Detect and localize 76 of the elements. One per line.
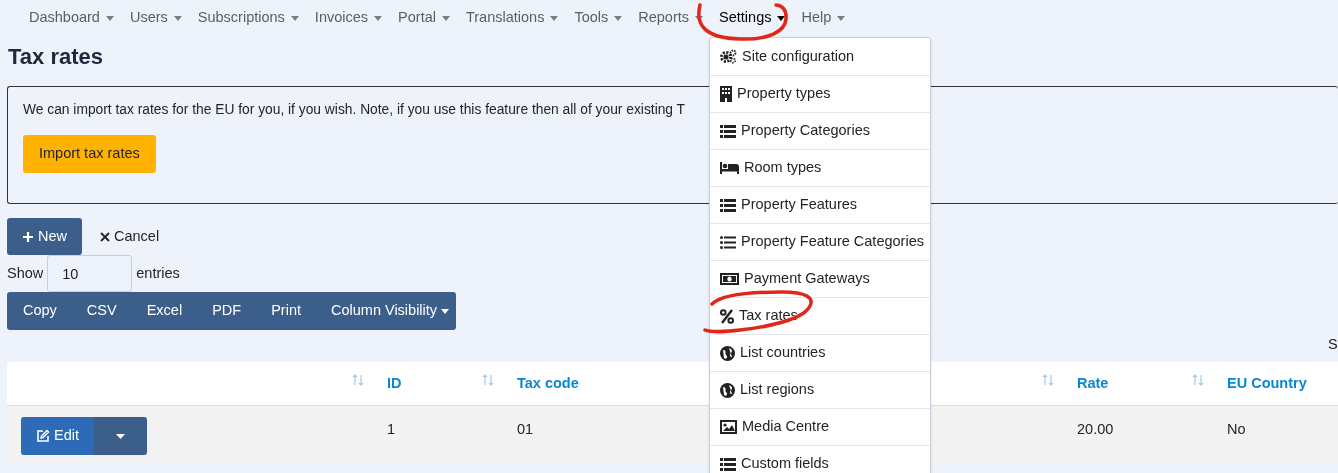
caret-icon — [550, 15, 559, 21]
dropdown-menu-item[interactable]: Property types — [710, 75, 930, 112]
export-button[interactable]: Excel — [131, 292, 198, 330]
caret-icon — [290, 15, 299, 21]
page-title: Tax rates — [8, 43, 103, 71]
sort-icon[interactable] — [482, 374, 495, 386]
globe-icon — [720, 345, 735, 361]
column-header[interactable]: Tax code — [517, 372, 579, 395]
list-icon — [720, 124, 736, 138]
dropdown-menu-item[interactable]: Property Features — [710, 186, 930, 223]
sort-icon[interactable] — [1042, 374, 1055, 386]
nav-menu-item[interactable]: Portal — [398, 7, 450, 29]
dropdown-menu-item[interactable]: List countries — [710, 334, 930, 371]
banknote-icon — [720, 273, 739, 285]
list-icon — [720, 457, 736, 471]
list-icon — [720, 235, 736, 249]
nav-menu-item[interactable]: Tools — [574, 7, 623, 29]
percent-icon — [720, 308, 734, 324]
nav-menu-item[interactable]: Users — [129, 7, 182, 29]
nav-menu-item[interactable]: Subscriptions — [197, 7, 299, 29]
dropdown-menu-item[interactable]: Property Feature Categories — [710, 223, 930, 260]
entries-label: entries — [136, 263, 180, 283]
nav-menu-item[interactable]: Settings — [719, 7, 786, 29]
import-button[interactable]: Import tax rates — [23, 134, 156, 173]
sort-icon[interactable] — [1192, 374, 1205, 386]
dropdown-menu-item[interactable]: Room types — [710, 149, 930, 186]
nav-menu-item[interactable]: Translations — [465, 7, 559, 29]
edit-icon — [36, 429, 50, 443]
caret-icon — [173, 15, 182, 21]
table-cell: 20.00 — [1077, 421, 1114, 437]
entries-field[interactable]: 10 — [47, 255, 133, 292]
dropdown-menu-item[interactable]: Media Centre — [710, 408, 930, 445]
caret-icon — [441, 15, 450, 21]
export-button[interactable]: Column Visibility — [316, 292, 465, 330]
nav-menu-item[interactable]: Help — [801, 7, 846, 29]
dropdown-toggle[interactable] — [94, 417, 147, 455]
plus-icon — [22, 230, 34, 243]
export-button[interactable]: PDF — [197, 292, 257, 330]
dropdown-menu-item[interactable]: Site configuration — [710, 38, 930, 75]
cancel-button[interactable]: Cancel — [94, 218, 166, 255]
dropdown-menu-item[interactable]: Property Categories — [710, 112, 930, 149]
new-button[interactable]: New — [7, 218, 82, 255]
table-cell: 1 — [387, 421, 396, 437]
globe-icon — [720, 382, 735, 398]
caret-icon — [777, 15, 786, 21]
info-text: We can import tax rates for the EU for you, if you wish. Note, if you use this feature then all of your existing T — [23, 101, 686, 119]
caret-icon — [374, 15, 383, 21]
dropdown-menu-item[interactable]: Payment Gateways — [710, 260, 930, 297]
dropdown-menu-item[interactable]: Custom fields — [710, 445, 930, 473]
building-icon — [720, 86, 732, 102]
table-cell: 01 — [517, 421, 534, 437]
nav-menu-item[interactable]: Reports — [638, 7, 704, 29]
show-label: Show — [7, 263, 44, 283]
column-header[interactable]: EU Country — [1227, 372, 1307, 395]
dropdown-menu-item[interactable]: List regions — [710, 371, 930, 408]
table-cell: No — [1227, 421, 1246, 437]
nav-menu-item[interactable]: Invoices — [314, 7, 383, 29]
list-icon — [720, 198, 736, 212]
edit-button[interactable]: Edit — [21, 417, 94, 455]
image-icon — [720, 420, 737, 434]
caret-icon — [695, 15, 704, 21]
caret-icon — [116, 433, 125, 439]
nav-menu-item[interactable]: Dashboard — [29, 7, 114, 29]
search-label: S — [1328, 335, 1338, 354]
export-button[interactable]: Print — [256, 292, 316, 330]
sort-icon[interactable] — [352, 374, 365, 386]
caret-icon — [837, 15, 846, 21]
export-button[interactable]: CSV — [71, 292, 132, 330]
caret-icon — [105, 15, 114, 21]
column-header[interactable]: Rate — [1077, 372, 1109, 395]
column-header[interactable]: ID — [387, 372, 402, 395]
caret-icon — [614, 15, 623, 21]
close-icon — [100, 231, 110, 242]
bed-icon — [720, 162, 739, 174]
caret-icon — [441, 308, 450, 314]
export-button[interactable]: Copy — [8, 292, 72, 330]
